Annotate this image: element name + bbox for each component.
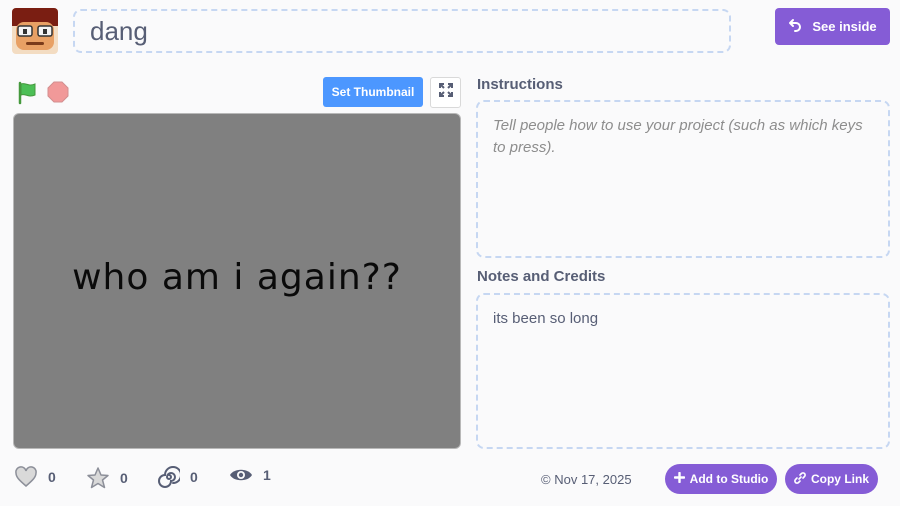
love-count: 0 bbox=[48, 469, 56, 485]
see-inside-label: See inside bbox=[812, 19, 877, 34]
copy-link-button[interactable]: Copy Link bbox=[785, 464, 878, 494]
link-icon bbox=[794, 471, 806, 487]
favorite-stat[interactable]: 0 bbox=[86, 466, 128, 490]
author-avatar[interactable] bbox=[12, 8, 58, 54]
set-thumbnail-button[interactable]: Set Thumbnail bbox=[323, 77, 423, 107]
green-flag-icon[interactable] bbox=[16, 81, 40, 105]
copy-link-label: Copy Link bbox=[810, 472, 869, 486]
add-to-studio-label: Add to Studio bbox=[689, 472, 769, 486]
heart-icon bbox=[14, 466, 38, 488]
remix-arrows-icon bbox=[788, 17, 804, 36]
remix-stat: 0 bbox=[158, 466, 198, 488]
copyright-icon: © bbox=[541, 472, 551, 487]
stage-text: who am i again?? bbox=[72, 256, 402, 298]
instructions-field[interactable]: Tell people how to use your project (suc… bbox=[476, 100, 890, 258]
remix-count: 0 bbox=[190, 469, 198, 485]
instructions-heading: Instructions bbox=[477, 76, 563, 93]
notes-heading: Notes and Credits bbox=[477, 268, 606, 285]
date-text: Nov 17, 2025 bbox=[554, 472, 632, 487]
plus-icon bbox=[673, 471, 685, 486]
fullscreen-button[interactable] bbox=[430, 77, 461, 108]
views-stat: 1 bbox=[229, 466, 271, 484]
views-count: 1 bbox=[263, 467, 271, 483]
spiral-icon bbox=[158, 466, 180, 488]
shared-date: © Nov 17, 2025 bbox=[541, 472, 632, 487]
notes-field[interactable]: its been so long bbox=[476, 293, 890, 449]
star-icon bbox=[86, 466, 110, 490]
instructions-placeholder: Tell people how to use your project (suc… bbox=[493, 117, 863, 156]
stop-icon[interactable] bbox=[47, 81, 69, 103]
notes-text: its been so long bbox=[493, 310, 599, 327]
love-stat[interactable]: 0 bbox=[14, 466, 56, 488]
project-stage[interactable]: who am i again?? bbox=[13, 113, 461, 449]
add-to-studio-button[interactable]: Add to Studio bbox=[665, 464, 777, 494]
project-title-input[interactable] bbox=[73, 9, 731, 53]
fullscreen-icon bbox=[438, 83, 453, 102]
eye-icon bbox=[229, 466, 253, 484]
see-inside-button[interactable]: See inside bbox=[775, 8, 890, 45]
favorite-count: 0 bbox=[120, 470, 128, 486]
